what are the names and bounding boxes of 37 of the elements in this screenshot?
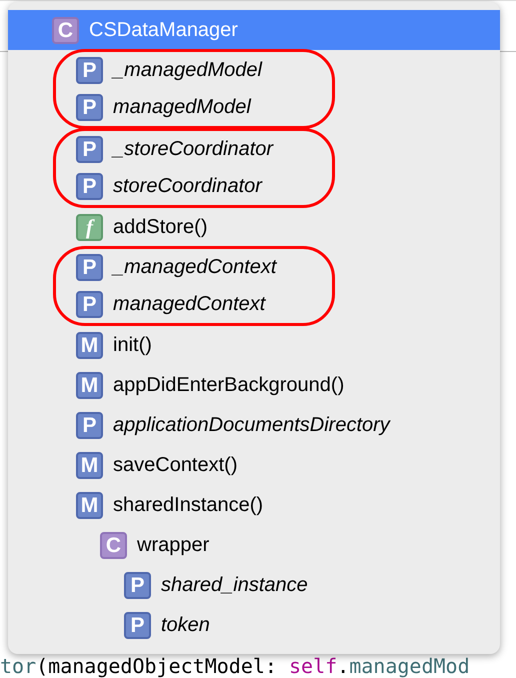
method-icon: M [76, 492, 103, 518]
symbol-item[interactable]: P managedModel [76, 89, 332, 126]
code-text: . [337, 655, 350, 678]
code-text: self [289, 655, 338, 678]
symbol-item[interactable]: P _managedModel [76, 52, 332, 89]
property-icon: P [124, 612, 151, 638]
symbol-item[interactable]: M saveContext() [8, 445, 500, 485]
symbol-item[interactable]: P managedContext [76, 286, 332, 323]
symbol-item[interactable]: P shared_instance [8, 565, 500, 605]
method-icon: M [76, 372, 103, 398]
property-icon: P [76, 412, 103, 438]
symbol-item[interactable]: M appDidEnterBackground() [8, 365, 500, 405]
code-text: tor [0, 655, 36, 678]
property-icon: P [76, 254, 103, 281]
class-icon: C [100, 532, 127, 558]
property-icon: P [76, 136, 103, 163]
class-icon: C [52, 16, 79, 44]
property-icon: P [76, 291, 103, 318]
symbol-item[interactable]: P storeCoordinator [76, 168, 332, 205]
code-text: (managedObjectModel: [36, 655, 278, 678]
property-icon: P [76, 94, 103, 121]
symbol-item[interactable]: P token [8, 605, 500, 645]
symbol-item[interactable]: C wrapper [8, 525, 500, 565]
method-icon: M [76, 332, 103, 358]
symbol-item[interactable]: M init() [8, 325, 500, 365]
code-text: managedMod [349, 655, 470, 678]
symbol-item[interactable]: C CSDataManager [8, 10, 500, 50]
property-icon: P [76, 57, 103, 84]
symbol-item[interactable]: M sharedInstance() [8, 485, 500, 525]
property-icon: P [76, 173, 103, 200]
function-icon: f [76, 214, 103, 240]
method-icon: M [76, 452, 103, 478]
symbol-item[interactable]: f addStore() [8, 207, 500, 247]
symbol-item[interactable]: P _storeCoordinator [76, 131, 332, 168]
property-icon: P [124, 572, 151, 598]
symbol-item[interactable]: P _managedContext [76, 249, 332, 286]
symbol-item[interactable]: P applicationDocumentsDirectory [8, 405, 500, 445]
